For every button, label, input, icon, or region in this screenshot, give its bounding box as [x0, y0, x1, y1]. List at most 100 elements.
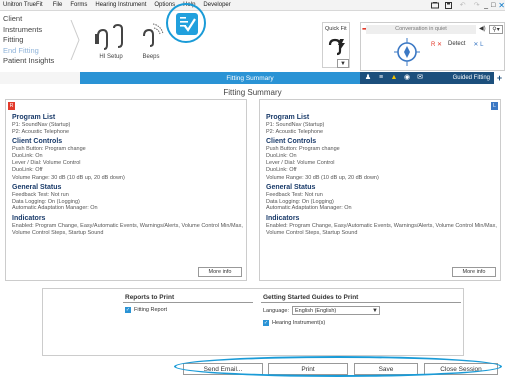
device-icon[interactable]: [430, 1, 439, 9]
program-name[interactable]: Conversation in quiet: [366, 25, 476, 34]
program-list-heading: Program List: [12, 114, 56, 121]
client-control-item: Push Button: Program change: [12, 146, 86, 153]
minimize-icon[interactable]: _: [484, 2, 488, 9]
undo-icon[interactable]: ↶: [458, 1, 467, 9]
menu-developer[interactable]: Developer: [203, 2, 230, 8]
nav-end-fitting[interactable]: End Fitting: [3, 46, 78, 57]
language-label: Language:: [263, 307, 289, 314]
app-title: Unitron TrueFit: [3, 2, 43, 8]
status-item: Feedback Test: Not run: [12, 192, 69, 199]
section-title: Fitting Summary: [226, 74, 274, 82]
nav-client[interactable]: Client: [3, 14, 78, 25]
more-info-button[interactable]: More info: [452, 267, 496, 277]
menu-bar: Unitron TrueFit File Forms Hearing Instr…: [0, 0, 505, 11]
program-list-heading: Program List: [266, 114, 310, 121]
status-item: Data Logging: On (Logging): [12, 198, 80, 205]
indicators-heading: Indicators: [12, 214, 46, 222]
fitting-report-label: Fitting Report: [134, 307, 168, 313]
close-icon[interactable]: ✕: [498, 1, 505, 10]
quick-fit-dropdown[interactable]: ▼: [337, 59, 349, 68]
quick-fit-panel: Quick Fit ▼: [322, 22, 350, 68]
detect-row: R ✕ Detect ✕ L: [431, 39, 505, 49]
beeps-label: Beeps: [142, 54, 160, 60]
beeps-icon: [143, 23, 164, 47]
page-title: Fitting Summary: [223, 88, 282, 97]
compass-small-icon[interactable]: ◉: [402, 73, 412, 83]
hearing-instruments-checkbox[interactable]: ✓ Hearing Instrument(s): [263, 320, 325, 326]
fitting-report-checkbox[interactable]: ✓ Fitting Report: [125, 307, 167, 313]
client-controls-heading: Client Controls: [12, 138, 63, 146]
hi-setup-icon: [95, 23, 123, 50]
redo-icon[interactable]: ↷: [472, 1, 481, 9]
program-panel: ➡ Conversation in quiet ◀) ⚲▾ R ✕ Detect…: [360, 22, 505, 71]
beeps-tool[interactable]: Beeps: [136, 22, 166, 60]
checkbox-checked-icon: ✓: [263, 320, 269, 326]
chat-icon[interactable]: ✉: [415, 73, 425, 83]
guided-fitting-label[interactable]: Guided Fitting: [453, 75, 490, 81]
status-item: Automatic Adaptation Manager: On: [266, 205, 352, 212]
right-ear-summary-panel: R Program List P1: SoundNav (Startup) P2…: [5, 99, 247, 281]
warning-icon[interactable]: ▲: [389, 73, 399, 83]
language-value: English (English): [295, 307, 337, 314]
hi-setup-tool[interactable]: HI Setup: [90, 23, 132, 60]
detect-label[interactable]: Detect: [448, 41, 465, 47]
program-item: P2: Acoustic Telephone: [266, 128, 324, 135]
highlight-ellipse: [174, 356, 502, 377]
left-navigation: Client Instruments Fitting End Fitting P…: [3, 14, 78, 67]
hi-setup-label: HI Setup: [99, 54, 123, 60]
menu-hearing-instrument[interactable]: Hearing Instrument: [95, 2, 146, 8]
client-control-item: DuoLink: Off: [266, 166, 297, 173]
program-item: P2: Acoustic Telephone: [12, 128, 70, 135]
nav-patient-insights[interactable]: Patient Insights: [3, 56, 78, 67]
quick-fit-icon[interactable]: [327, 36, 347, 56]
client-control-item: Lever / Dial: Volume Control: [12, 160, 81, 167]
quick-fit-label: Quick Fit: [325, 26, 347, 32]
program-item: P1: SoundNav (Startup): [12, 122, 71, 128]
section-header-bar: Fitting Summary ♟ ≡ ▲ ◉ ✉ Guided Fitting…: [80, 72, 505, 84]
add-icon[interactable]: +: [494, 72, 505, 84]
client-control-item: DuoLink: On: [12, 152, 43, 159]
nav-instruments[interactable]: Instruments: [3, 25, 78, 36]
compass-icon[interactable]: [393, 37, 421, 67]
guides-to-print-heading: Getting Started Guides to Print: [263, 294, 359, 301]
indicators-text: Enabled: Program Change, Easy/Automatic …: [12, 222, 243, 236]
reports-to-print-heading: Reports to Print: [125, 294, 175, 301]
left-ear-mark: ✕ L: [473, 41, 484, 48]
language-select[interactable]: English (English) ▼: [292, 306, 380, 315]
status-item: Data Logging: On (Logging): [266, 198, 334, 205]
guided-fitting-bar: ♟ ≡ ▲ ◉ ✉ Guided Fitting +: [360, 72, 505, 84]
client-control-item: Volume Range: 30 dB (10 dB up, 20 dB dow…: [12, 174, 125, 181]
program-item: P1: SoundNav (Startup): [266, 122, 325, 128]
status-item: Feedback Test: Not run: [266, 192, 323, 199]
left-ear-badge: L: [491, 102, 498, 110]
maximize-icon[interactable]: □: [491, 2, 495, 9]
speaker-icon[interactable]: ◀): [479, 25, 486, 32]
indicators-heading: Indicators: [266, 214, 300, 222]
general-status-heading: General Status: [266, 184, 316, 192]
more-info-button[interactable]: More info: [198, 267, 242, 277]
client-controls-heading: Client Controls: [266, 138, 317, 146]
status-item: Automatic Adaptation Manager: On: [12, 205, 98, 212]
user-icon[interactable]: ♟: [363, 73, 373, 83]
right-ear-mark: R ✕: [431, 41, 443, 48]
fitting-summary-icon[interactable]: [176, 13, 198, 35]
list-icon[interactable]: ≡: [376, 73, 386, 83]
client-control-item: Push Button: Program change: [266, 146, 340, 153]
nav-separator-chevron: [70, 20, 80, 60]
client-control-item: DuoLink: On: [266, 152, 297, 159]
nav-fitting[interactable]: Fitting: [3, 35, 78, 46]
print-options-box: Reports to Print ✓ Fitting Report Gettin…: [42, 288, 464, 356]
checkbox-checked-icon: ✓: [125, 307, 131, 313]
client-control-item: DuoLink: Off: [12, 166, 43, 173]
left-ear-summary-panel: L Program List P1: SoundNav (Startup) P2…: [259, 99, 501, 281]
chevron-down-icon: ▼: [372, 307, 378, 314]
language-row: Language: English (English) ▼: [263, 306, 380, 315]
menu-forms[interactable]: Forms: [70, 2, 87, 8]
menu-file[interactable]: File: [53, 2, 63, 8]
general-status-heading: General Status: [12, 184, 62, 192]
right-ear-badge: R: [8, 102, 15, 110]
user-dropdown[interactable]: ⚲▾: [489, 25, 503, 34]
save-icon[interactable]: [444, 1, 453, 9]
client-control-item: Volume Range: 30 dB (10 dB up, 20 dB dow…: [266, 174, 379, 181]
indicators-text: Enabled: Program Change, Easy/Automatic …: [266, 222, 497, 236]
